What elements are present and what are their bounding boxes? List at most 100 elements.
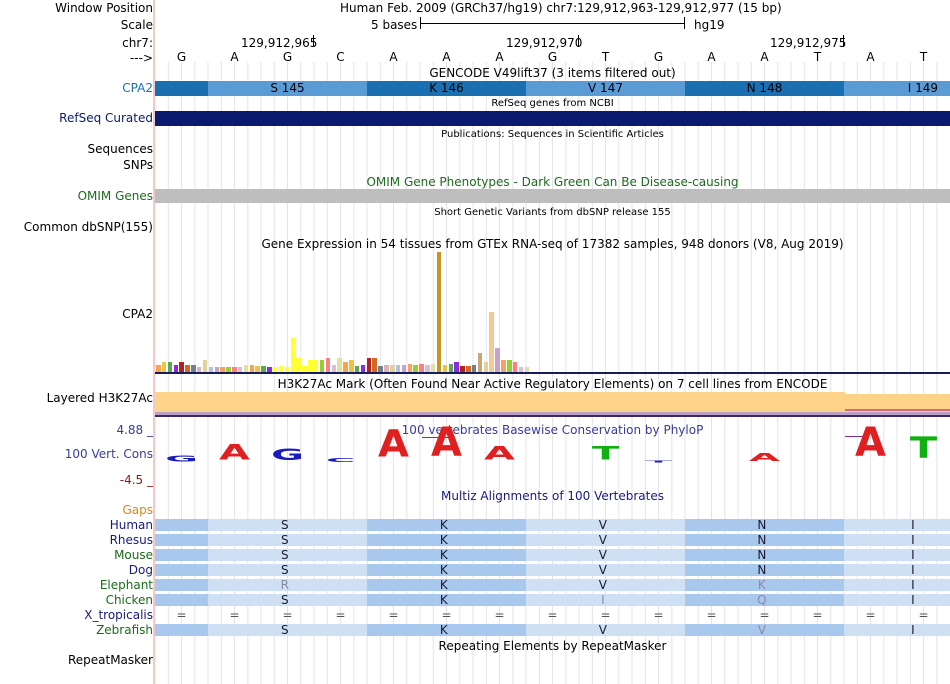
gtex-tissue-bar[interactable] (185, 364, 190, 372)
gencode-codon[interactable]: S 145 (208, 81, 367, 96)
gencode-codon[interactable]: N 148 (685, 81, 844, 96)
species-label[interactable]: X_tropicalis (84, 608, 153, 622)
gtex-tissue-bar[interactable] (366, 357, 372, 372)
aligned-base: = (229, 608, 240, 622)
h3k27ac-track-title: H3K27Ac Mark (Often Found Near Active Re… (277, 377, 828, 391)
gtex-tissue-bar[interactable] (489, 312, 494, 372)
gtex-tissue-bar[interactable] (483, 362, 489, 372)
gtex-tissue-bar[interactable] (401, 364, 407, 372)
aligned-base: = (335, 608, 346, 622)
gtex-tissue-bar[interactable] (337, 357, 342, 372)
gtex-tissue-bar[interactable] (442, 364, 448, 372)
conservation-base: A (855, 420, 886, 466)
gencode-codon[interactable] (155, 81, 208, 96)
aligned-base: = (441, 608, 452, 622)
base-letter: G (282, 50, 293, 64)
aligned-amino-acid: S (281, 518, 289, 532)
aligned-amino-acid: I (911, 563, 915, 577)
repeatmasker-track-label[interactable]: RepeatMasker (68, 653, 153, 667)
gtex-tissue-bar[interactable] (173, 364, 179, 372)
gtex-tissue-bar[interactable] (436, 252, 442, 372)
species-label[interactable]: Elephant (100, 578, 153, 592)
aligned-amino-acid: I (911, 548, 915, 562)
base-letter: A (760, 50, 769, 64)
aligned-amino-acid: V (598, 548, 607, 562)
gtex-tissue-bar[interactable] (313, 360, 319, 372)
aligned-amino-acid: I (911, 578, 915, 592)
aligned-base: = (653, 608, 664, 622)
species-label[interactable]: Human (110, 518, 153, 532)
gtex-tissue-bar[interactable] (325, 357, 331, 372)
omim-gene-bar[interactable] (155, 189, 950, 203)
gtex-tissue-bar[interactable] (448, 363, 453, 372)
gtex-tissue-bar[interactable] (191, 364, 196, 372)
gtex-tissue-bar[interactable] (179, 362, 184, 372)
gtex-tissue-bar[interactable] (319, 360, 325, 372)
species-label[interactable]: Chicken (106, 593, 153, 607)
gencode-codon[interactable]: K 146 (367, 81, 526, 96)
aligned-base: = (547, 608, 558, 622)
gtex-tissue-bar[interactable] (167, 362, 173, 372)
gtex-tissue-bar[interactable] (477, 352, 483, 372)
gtex-tissue-bar[interactable] (407, 363, 413, 372)
gtex-track-label[interactable]: CPA2 (122, 307, 153, 321)
gtex-tissue-bar[interactable] (161, 362, 167, 372)
aligned-amino-acid: K (439, 533, 448, 547)
species-label[interactable]: Mouse (114, 548, 153, 562)
publications-track-label[interactable]: Sequences (88, 142, 153, 156)
scale-text: 5 bases (371, 18, 418, 32)
aligned-amino-acid: V (598, 563, 607, 577)
gtex-tissue-bar[interactable] (495, 348, 500, 372)
gtex-tissue-bar[interactable] (471, 364, 477, 372)
species-label[interactable]: Zebrafish (96, 623, 153, 637)
gtex-tissue-bar[interactable] (243, 364, 249, 372)
h3k27ac-track-label[interactable]: Layered H3K27Ac (47, 391, 153, 405)
gtex-tissue-bar[interactable] (202, 360, 208, 372)
h3k27ac-signal[interactable] (155, 392, 845, 412)
aligned-amino-acid: I (911, 623, 915, 637)
gaps-label[interactable]: Gaps (122, 503, 153, 517)
species-label[interactable]: Rhesus (110, 533, 153, 547)
gtex-tissue-bar[interactable] (425, 364, 430, 372)
gtex-tissue-bar[interactable] (454, 362, 459, 372)
tick-mark (313, 35, 314, 47)
gtex-tissue-bar[interactable] (343, 362, 348, 372)
gtex-tissue-bar[interactable] (395, 364, 401, 372)
gencode-codon[interactable]: V 147 (526, 81, 685, 96)
gtex-tissue-bar[interactable] (512, 362, 518, 372)
snps-track-label[interactable]: SNPs (123, 158, 153, 172)
gtex-tissue-bar[interactable] (156, 364, 161, 372)
gtex-tissue-bar[interactable] (413, 364, 418, 372)
gtex-tissue-bar[interactable] (249, 364, 255, 372)
gtex-tissue-bar[interactable] (507, 360, 512, 372)
phylop-track-title: 100 vertebrates Basewise Conservation by… (401, 423, 704, 437)
gtex-tissue-bar[interactable] (390, 364, 395, 372)
gtex-tissue-bar[interactable] (331, 364, 336, 372)
gtex-tissue-bar[interactable] (384, 364, 389, 372)
assembly-label: hg19 (694, 18, 725, 32)
conservation-base: A (378, 423, 409, 466)
gtex-tissue-bar[interactable] (372, 357, 377, 372)
refseq-track-title: RefSeq genes from NCBI (491, 98, 614, 109)
tick-mark (578, 35, 579, 47)
gtex-tissue-bar[interactable] (349, 360, 354, 372)
gencode-track-label[interactable]: CPA2 (122, 81, 153, 95)
refseq-gene-bar[interactable] (155, 111, 950, 126)
phylop-track-label[interactable]: 100 Vert. Cons (65, 447, 153, 461)
gtex-tissue-bar[interactable] (501, 360, 506, 372)
gtex-tissue-bar[interactable] (308, 360, 313, 372)
gtex-tissue-bar[interactable] (419, 363, 424, 372)
dbsnp-track-label[interactable]: Common dbSNP(155) (24, 220, 153, 234)
tick-label: 129,912,965 (241, 36, 318, 50)
gtex-tissue-bar[interactable] (290, 338, 296, 372)
omim-track-label[interactable]: OMIM Genes (78, 189, 153, 203)
gtex-tissue-bar[interactable] (296, 357, 301, 372)
aligned-amino-acid: K (439, 518, 448, 532)
refseq-track-label[interactable]: RefSeq Curated (59, 111, 153, 125)
gtex-tissue-bar[interactable] (430, 363, 436, 372)
gencode-codon[interactable]: I 149 (844, 81, 950, 96)
species-label[interactable]: Dog (129, 563, 153, 577)
gtex-tissue-bar[interactable] (360, 364, 366, 372)
base-letter: T (813, 50, 822, 64)
aligned-amino-acid: N (757, 533, 767, 547)
